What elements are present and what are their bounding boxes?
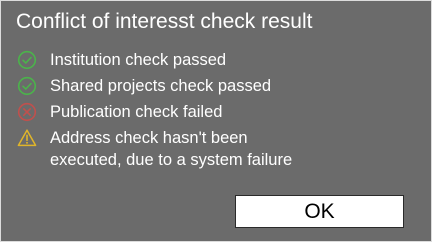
check-item-institution: Institution check passed bbox=[17, 49, 292, 71]
check-item-address: Address check hasn't been executed, due … bbox=[17, 127, 292, 171]
check-item-label: Address check hasn't been executed, due … bbox=[50, 129, 293, 169]
check-item-shared-projects: Shared projects check passed bbox=[17, 75, 292, 97]
check-item-label: Shared projects check passed bbox=[50, 77, 272, 95]
warning-triangle-icon bbox=[17, 129, 37, 147]
check-item-publication: Publication check failed bbox=[17, 101, 292, 123]
check-circle-icon bbox=[17, 76, 37, 96]
check-item-label: Publication check failed bbox=[50, 103, 223, 121]
conflict-check-dialog: Conflict of interesst check result Insti… bbox=[0, 0, 432, 242]
cross-circle-icon bbox=[17, 102, 37, 122]
dialog-title: Conflict of interesst check result bbox=[16, 10, 313, 33]
check-item-label: Institution check passed bbox=[50, 51, 227, 69]
check-circle-icon bbox=[17, 50, 37, 70]
check-result-list: Institution check passed Shared projects… bbox=[17, 49, 292, 175]
ok-button[interactable]: OK bbox=[235, 195, 404, 228]
